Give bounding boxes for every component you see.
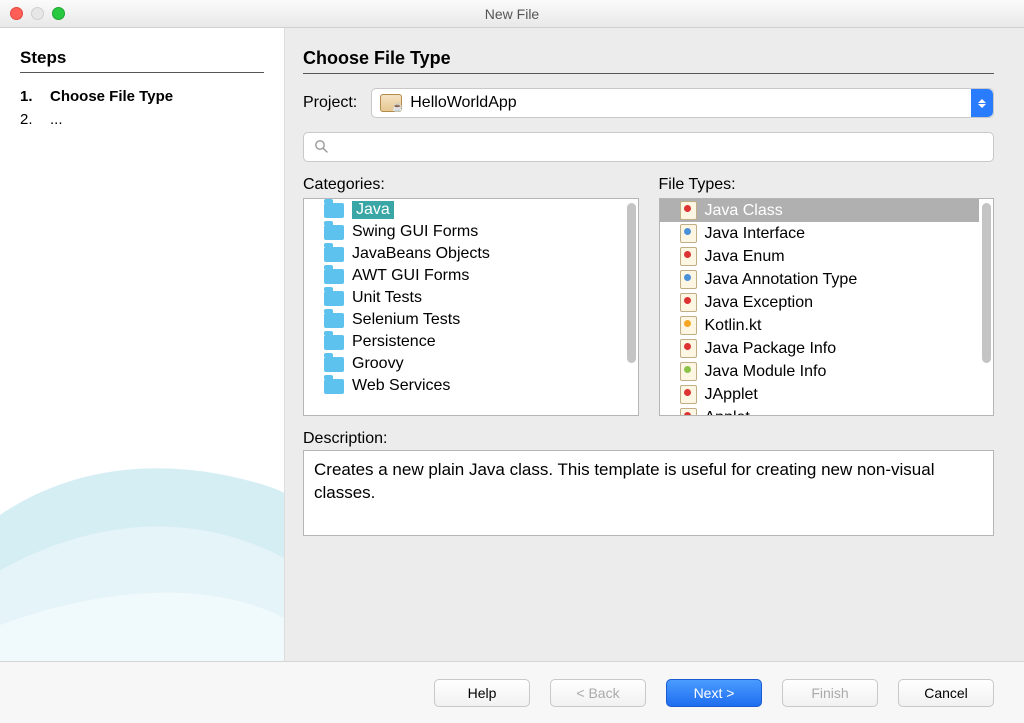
folder-icon <box>324 291 344 306</box>
category-item[interactable]: Unit Tests <box>304 287 624 309</box>
cancel-button[interactable]: Cancel <box>898 679 994 707</box>
filetype-label: JApplet <box>705 386 758 404</box>
category-item[interactable]: JavaBeans Objects <box>304 243 624 265</box>
filter-text-field[interactable] <box>336 139 983 156</box>
project-select[interactable]: HelloWorldApp <box>371 88 994 118</box>
filetype-item[interactable]: Java Annotation Type <box>660 268 980 291</box>
window-title: New File <box>0 6 1024 22</box>
categories-list[interactable]: Java Swing GUI Forms JavaBeans Objects A… <box>303 198 639 416</box>
project-icon <box>380 94 402 112</box>
step-label: Choose File Type <box>50 88 173 105</box>
description-text: Creates a new plain Java class. This tem… <box>303 450 994 536</box>
help-button[interactable]: Help <box>434 679 530 707</box>
folder-icon <box>324 247 344 262</box>
project-label: Project: <box>303 94 357 112</box>
scrollbar[interactable] <box>982 203 991 363</box>
filter-input[interactable] <box>303 132 994 162</box>
category-item[interactable]: AWT GUI Forms <box>304 265 624 287</box>
category-label: Selenium Tests <box>352 311 460 329</box>
filetype-item[interactable]: Java Enum <box>660 245 980 268</box>
category-label: JavaBeans Objects <box>352 245 490 263</box>
category-label: Groovy <box>352 355 404 373</box>
category-label: AWT GUI Forms <box>352 267 469 285</box>
file-icon <box>680 316 697 335</box>
search-icon <box>314 139 328 156</box>
category-label: Java <box>352 201 394 219</box>
filetype-label: Java Exception <box>705 294 814 312</box>
step-item-1: 1. Choose File Type <box>20 85 264 108</box>
step-item-2: 2. ... <box>20 108 264 131</box>
category-item[interactable]: Persistence <box>304 331 624 353</box>
category-label: Web Services <box>352 377 450 395</box>
step-number: 2. <box>20 111 38 128</box>
steps-heading: Steps <box>20 48 264 73</box>
file-icon <box>680 339 697 358</box>
category-label: Persistence <box>352 333 436 351</box>
filetype-item[interactable]: Java Module Info <box>660 360 980 383</box>
folder-icon <box>324 357 344 372</box>
category-item[interactable]: Groovy <box>304 353 624 375</box>
back-button[interactable]: < Back <box>550 679 646 707</box>
decorative-wave-icon <box>0 411 285 661</box>
filetypes-list[interactable]: Java Class Java Interface Java Enum Java… <box>659 198 995 416</box>
filetypes-label: File Types: <box>659 176 995 194</box>
filetype-label: Applet <box>705 409 750 416</box>
filetype-label: Java Class <box>705 202 783 220</box>
wizard-footer: Help < Back Next > Finish Cancel <box>0 661 1024 723</box>
step-label: ... <box>50 111 63 128</box>
page-title: Choose File Type <box>303 48 994 74</box>
file-icon <box>680 362 697 381</box>
filetype-item[interactable]: Java Interface <box>660 222 980 245</box>
filetype-label: Java Module Info <box>705 363 827 381</box>
folder-icon <box>324 313 344 328</box>
folder-icon <box>324 225 344 240</box>
file-icon <box>680 408 697 415</box>
filetype-label: Java Annotation Type <box>705 271 858 289</box>
filetype-label: Java Enum <box>705 248 785 266</box>
wizard-sidebar: Steps 1. Choose File Type 2. ... <box>0 28 285 661</box>
filetype-item[interactable]: Java Exception <box>660 291 980 314</box>
file-icon <box>680 201 697 220</box>
dropdown-chevron-icon <box>971 89 993 117</box>
finish-button[interactable]: Finish <box>782 679 878 707</box>
step-number: 1. <box>20 88 38 105</box>
category-item[interactable]: Swing GUI Forms <box>304 221 624 243</box>
filetype-item[interactable]: Java Package Info <box>660 337 980 360</box>
project-value: HelloWorldApp <box>410 94 516 112</box>
filetype-item[interactable]: JApplet <box>660 383 980 406</box>
category-item[interactable]: Selenium Tests <box>304 309 624 331</box>
next-button[interactable]: Next > <box>666 679 762 707</box>
category-label: Swing GUI Forms <box>352 223 478 241</box>
folder-icon <box>324 335 344 350</box>
folder-icon <box>324 203 344 218</box>
filetype-item[interactable]: Kotlin.kt <box>660 314 980 337</box>
filetype-item[interactable]: Applet <box>660 406 980 415</box>
filetype-label: Java Interface <box>705 225 806 243</box>
folder-icon <box>324 379 344 394</box>
file-icon <box>680 293 697 312</box>
file-icon <box>680 247 697 266</box>
steps-list: 1. Choose File Type 2. ... <box>20 85 264 131</box>
file-icon <box>680 385 697 404</box>
filetype-item-java-class[interactable]: Java Class <box>660 199 980 222</box>
file-icon <box>680 270 697 289</box>
categories-label: Categories: <box>303 176 639 194</box>
category-item[interactable]: Web Services <box>304 375 624 397</box>
category-item-java[interactable]: Java <box>304 199 624 221</box>
titlebar: New File <box>0 0 1024 28</box>
scrollbar[interactable] <box>627 203 636 363</box>
category-label: Unit Tests <box>352 289 422 307</box>
description-label: Description: <box>303 430 994 448</box>
filetype-label: Java Package Info <box>705 340 837 358</box>
file-icon <box>680 224 697 243</box>
folder-icon <box>324 269 344 284</box>
filetype-label: Kotlin.kt <box>705 317 762 335</box>
